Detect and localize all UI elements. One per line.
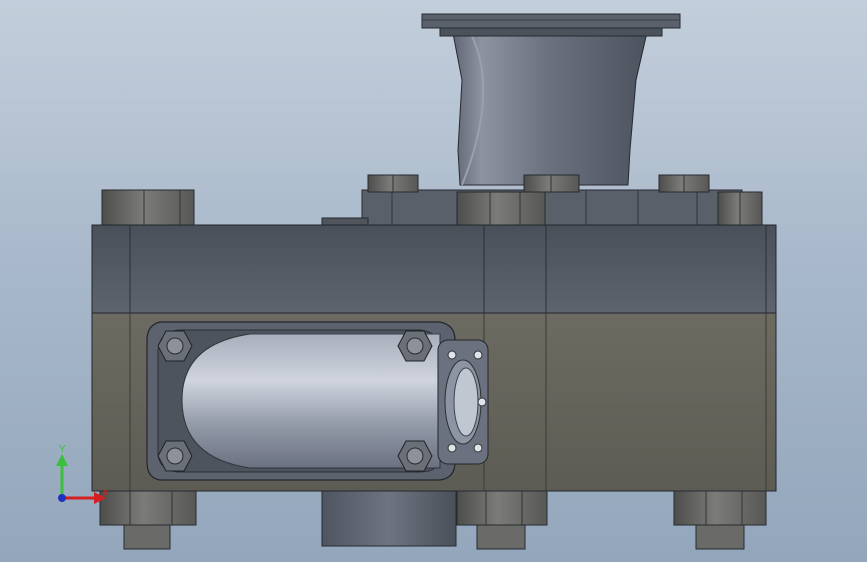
side-outlet-pipe [146,321,489,481]
cad-viewport[interactable]: Y X [0,0,867,562]
axis-x-label: X [102,488,109,499]
housing-upper [91,224,777,314]
top-inlet-funnel [421,13,681,186]
axis-y-label: Y [59,444,66,455]
bottom-shaft-stub [321,487,457,547]
gearbox-model[interactable]: Y X [0,0,867,562]
bolt-top-left [101,189,195,227]
